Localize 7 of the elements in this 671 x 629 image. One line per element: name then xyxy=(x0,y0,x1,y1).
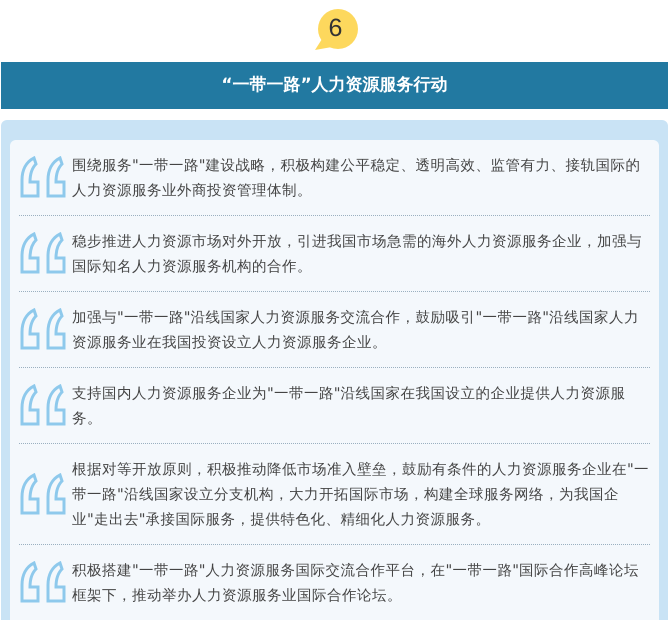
paragraph: 根据对等开放原则，积极推动降低市场准入壁垒，鼓励有条件的人力资源服务企业在"一带一路"沿线国家设立分支机构，大力开拓国际市场，构建全球服务网络，为我国企业"走出去"承接国际服务，提供特色化、精细化人力资源服务。 xyxy=(72,460,650,530)
paragraph: 加强与"一带一路"沿线国家人力资源服务交流合作，鼓励吸引"一带一路"沿线国家人力资源服务业在我国投资设立人力资源服务企业。 xyxy=(72,308,640,353)
section-title: “一带一路”人力资源服务行动 xyxy=(1,62,668,109)
paragraph: 围绕服务"一带一路"建设战略，积极构建公平稳定、透明高效、监管有力、接轨国际的人力资源服务业外商投资管理体制。 xyxy=(72,156,642,201)
paragraph: 积极搭建"一带一路"人力资源服务国际交流合作平台，在"一带一路"国际合作高峰论坛框架下，推动举办人力资源服务业国际合作论坛。 xyxy=(72,561,640,606)
paragraph: 支持国内人力资源服务企业为"一带一路"沿线国家在我国设立的企业提供人力资源服务。 xyxy=(72,384,627,429)
paragraph: 稳步推进人力资源市场对外开放，引进我国市场急需的海外人力资源服务企业，加强与国际知名人力资源服务机构的合作。 xyxy=(72,232,643,277)
